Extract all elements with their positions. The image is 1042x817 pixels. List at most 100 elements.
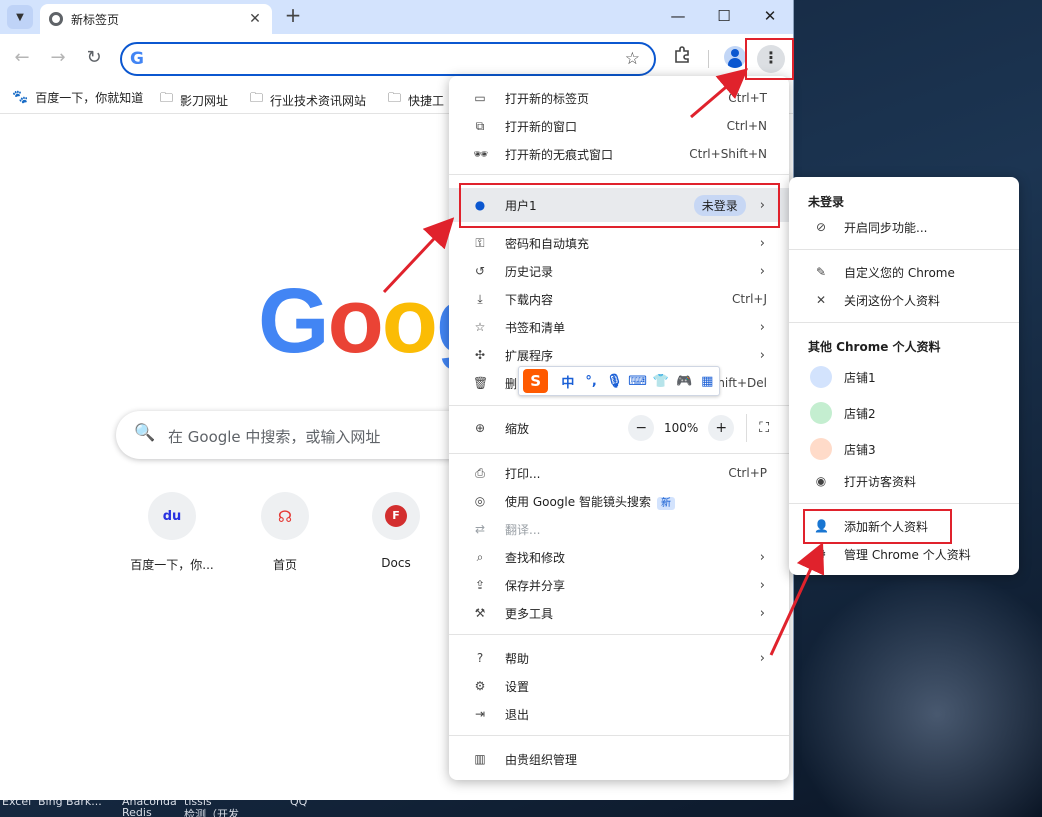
exit-icon: ⇥ (474, 707, 486, 721)
download-icon: ⤓ (477, 291, 483, 306)
menu-print[interactable]: ⎙ 打印... Ctrl+P (449, 459, 789, 487)
game-icon[interactable]: 🎮 (672, 374, 695, 389)
chevron-right-icon: › (759, 235, 765, 251)
chevron-down-icon: ▼ (16, 11, 24, 23)
menu-google-lens[interactable]: ◎ 使用 Google 智能镜头搜索新 (449, 487, 789, 515)
menu-incognito[interactable]: 🕶 打开新的无痕式窗口 Ctrl+Shift+N (449, 140, 789, 168)
desktop-wallpaper (780, 560, 1042, 817)
chevron-right-icon: › (759, 347, 765, 363)
more-menu-button[interactable]: ⋮ (757, 45, 785, 73)
customize-chrome-button[interactable]: ✎ 自定义您的 Chrome (789, 258, 1019, 286)
add-person-icon: 👤 (814, 519, 829, 533)
zoom-in-button[interactable]: + (708, 415, 735, 441)
minimize-button[interactable]: — (658, 5, 698, 27)
back-button[interactable]: ← (10, 46, 34, 70)
new-badge: 新 (656, 496, 675, 510)
guest-profile-button[interactable]: ◉ 打开访客资料 (789, 467, 1019, 495)
manage-profiles-button[interactable]: ⚙ 管理 Chrome 个人资料 (789, 540, 1019, 568)
baidu-icon: du (162, 508, 182, 524)
menu-find[interactable]: ⌕ 查找和修改 › (449, 543, 789, 571)
menu-zoom: ⊕ 缩放 − 100% + ⛶ (449, 414, 789, 442)
chrome-icon (49, 12, 63, 26)
close-window-button[interactable]: ✕ (750, 5, 790, 27)
submenu-divider (789, 503, 1019, 504)
bookmark-folder[interactable]: 🗀 行业技术资讯网站 (250, 89, 366, 111)
menu-exit[interactable]: ⇥ 退出 (449, 700, 789, 728)
fullscreen-icon[interactable]: ⛶ (759, 420, 769, 436)
tab-search-button[interactable]: ▼ (7, 5, 33, 29)
new-tab-button[interactable]: + (283, 5, 303, 26)
bookmark-star-icon[interactable]: ☆ (625, 49, 640, 69)
help-icon: ? (476, 651, 484, 665)
menu-translate[interactable]: ⇄ 翻译... (449, 515, 789, 543)
search-icon: 🔍 (134, 423, 156, 443)
maximize-button[interactable]: ☐ (704, 5, 744, 27)
toolbar: ← → ↻ G ☆ ⋮ (0, 34, 793, 82)
submenu-divider (789, 322, 1019, 323)
pencil-icon: ✎ (815, 265, 827, 279)
toolbox-grid-icon[interactable]: ▦ (696, 374, 719, 389)
menu-passwords[interactable]: ⚿ 密码和自动填充 › (449, 229, 789, 257)
bookmark-folder[interactable]: 🗀 影刀网址 (160, 89, 228, 111)
menu-divider (449, 453, 789, 454)
shortcut-tile[interactable]: F Docs (348, 492, 444, 570)
reload-button[interactable]: ↻ (82, 46, 106, 70)
profile-item[interactable]: 店铺3 (789, 435, 1019, 463)
menu-bookmarks[interactable]: ☆ 书签和清单 › (449, 313, 789, 341)
menu-profile[interactable]: ● 用户1 未登录 › (449, 188, 789, 222)
tab-new-tab[interactable]: 新标签页 ✕ (40, 4, 272, 34)
menu-downloads[interactable]: ⤓ 下载内容 Ctrl+J (449, 285, 789, 313)
add-profile-button[interactable]: 👤 添加新个人资料 (789, 512, 1019, 540)
chevron-right-icon: › (759, 650, 765, 666)
zoom-level: 100% (664, 421, 699, 435)
zoom-out-button[interactable]: − (628, 415, 655, 441)
menu-settings[interactable]: ⚙ 设置 (449, 672, 789, 700)
menu-help[interactable]: ? 帮助 › (449, 644, 789, 672)
bookmark-item[interactable]: 🐾 百度一下，你就知道 (12, 89, 143, 106)
menu-save-share[interactable]: ⇪ 保存并分享 › (449, 571, 789, 599)
ime-punctuation[interactable]: °, (579, 374, 602, 389)
sync-status-header: 未登录 (808, 195, 845, 209)
shortcut-tile[interactable]: du 百度一下，你... (124, 492, 220, 573)
google-g-icon: G (130, 49, 144, 69)
zoom-icon: ⊕ (474, 421, 486, 435)
avatar (810, 438, 832, 460)
menu-new-window[interactable]: ⧉ 打开新的窗口 Ctrl+N (449, 112, 789, 140)
chevron-right-icon: › (759, 197, 765, 213)
toolbox-icon: ⚒ (474, 606, 486, 620)
key-icon: ⚿ (475, 235, 485, 250)
gear-icon: ⚙ (474, 679, 486, 693)
forward-button[interactable]: → (46, 46, 70, 70)
skin-icon[interactable]: 👕 (649, 374, 672, 389)
puzzle-icon[interactable] (670, 46, 694, 70)
menu-extensions[interactable]: ✣ 扩展程序 › (449, 341, 789, 369)
menu-more-tools[interactable]: ⚒ 更多工具 › (449, 599, 789, 627)
close-profile-button[interactable]: ✕ 关闭这份个人资料 (789, 286, 1019, 314)
bookmark-folder[interactable]: 🗀 快捷工 (388, 89, 444, 111)
keyboard-icon[interactable]: ⌨ (626, 374, 649, 389)
address-bar[interactable]: G ☆ (120, 42, 656, 76)
shortcut-label: 百度一下，你... (130, 558, 214, 572)
microphone-icon[interactable]: 🎙 (603, 374, 626, 389)
chevron-right-icon: › (759, 263, 765, 279)
avatar (810, 366, 832, 388)
profile-item[interactable]: 店铺2 (789, 399, 1019, 427)
ime-toolbar: S 中 °, 🎙 ⌨ 👕 🎮 ▦ (518, 366, 720, 396)
lens-icon: ◎ (474, 494, 486, 508)
shortcut-tile[interactable]: ☊ 首页 (237, 492, 333, 573)
close-tab-icon[interactable]: ✕ (246, 11, 264, 27)
sogou-logo-icon[interactable]: S (523, 369, 549, 393)
menu-history[interactable]: ↺ 历史记录 › (449, 257, 789, 285)
avatar (810, 402, 832, 424)
chrome-main-menu: ▭ 打开新的标签页 Ctrl+T ⧉ 打开新的窗口 Ctrl+N 🕶 打开新的无痕式窗口 C… (449, 76, 789, 780)
menu-managed[interactable]: ▥ 由贵组织管理 (449, 745, 789, 773)
profile-item[interactable]: 店铺1 (789, 363, 1019, 391)
sync-button[interactable]: ⊘ 开启同步功能... (789, 213, 1019, 241)
menu-new-tab[interactable]: ▭ 打开新的标签页 Ctrl+T (449, 84, 789, 112)
status-badge: 未登录 (693, 194, 746, 216)
shortcut-favicon: ☊ (277, 506, 293, 526)
search-placeholder: 在 Google 中搜索，或输入网址 (168, 428, 381, 446)
profile-avatar-button[interactable] (724, 46, 746, 68)
ime-chinese-mode[interactable]: 中 (556, 372, 579, 391)
shortcut-label: Docs (381, 556, 411, 570)
